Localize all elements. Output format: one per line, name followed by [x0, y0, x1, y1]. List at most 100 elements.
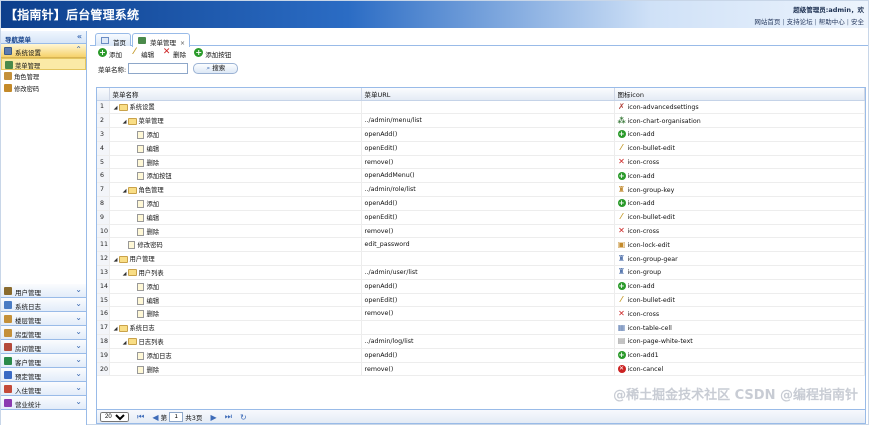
- add-button-button[interactable]: + 添加按钮: [194, 48, 231, 59]
- table-row[interactable]: 14 添加 openAdd() + icon-add: [97, 279, 865, 294]
- menu-url-cell[interactable]: remove(): [361, 362, 615, 377]
- menu-name-cell[interactable]: ◢ 用户管理: [109, 251, 362, 267]
- icon-cell[interactable]: ♜ icon-group: [614, 265, 865, 280]
- table-row[interactable]: 16 删除 remove() ✕ icon-cross: [97, 306, 865, 322]
- table-row[interactable]: 11 修改密码 edit_password ▣ icon-lock-edit: [97, 237, 865, 253]
- tab-menu-management[interactable]: 菜单管理 ×: [132, 33, 191, 47]
- table-row[interactable]: 3 添加 openAdd() + icon-add: [97, 127, 865, 142]
- table-row[interactable]: 15 编辑 openEdit() ⁄ icon-bullet-edit: [97, 293, 865, 308]
- menu-url-cell[interactable]: openAdd(): [361, 127, 615, 142]
- menu-url-cell[interactable]: openAdd(): [361, 196, 615, 211]
- header-link-help[interactable]: 帮助中心: [819, 18, 845, 26]
- icon-cell[interactable]: ⁂ icon-chart-organisation: [614, 113, 865, 129]
- last-page-icon[interactable]: ⏭: [225, 412, 232, 422]
- sidebar-section-5[interactable]: 客户管理 ⌄: [1, 354, 86, 368]
- icon-cell[interactable]: ⁄ icon-bullet-edit: [614, 141, 865, 156]
- icon-cell[interactable]: ⁄ icon-bullet-edit: [614, 210, 865, 225]
- menu-url-cell[interactable]: [361, 320, 615, 336]
- menu-name-cell[interactable]: 添加按钮: [109, 168, 362, 184]
- chevron-down-icon[interactable]: ⌄: [75, 355, 82, 364]
- menu-url-cell[interactable]: remove(): [361, 306, 615, 322]
- menu-name-search-input[interactable]: [128, 63, 189, 74]
- sidebar-section-system-settings[interactable]: 系统设置 ⌃: [1, 44, 86, 58]
- menu-url-cell[interactable]: openEdit(): [361, 293, 615, 308]
- icon-cell[interactable]: + icon-add: [614, 127, 865, 142]
- table-row[interactable]: 8 添加 openAdd() + icon-add: [97, 196, 865, 211]
- table-row[interactable]: 7 ◢ 角色管理 ../admin/role/list ♜ icon-group-key: [97, 182, 865, 198]
- icon-cell[interactable]: ✕ icon-cross: [614, 224, 865, 239]
- column-header-icon[interactable]: 图标icon: [614, 88, 865, 101]
- add-button[interactable]: + 添加: [98, 48, 122, 59]
- sidebar-section-1[interactable]: 系统日志 ⌄: [1, 298, 86, 312]
- delete-button[interactable]: ✕ 删除: [162, 48, 186, 60]
- chevron-down-icon[interactable]: ⌄: [75, 383, 82, 392]
- page-size-select[interactable]: 20: [100, 412, 129, 422]
- sidebar-section-0[interactable]: 用户管理 ⌄: [1, 284, 86, 298]
- table-row[interactable]: 5 删除 remove() ✕ icon-cross: [97, 155, 865, 170]
- sidebar-section-3[interactable]: 房型管理 ⌄: [1, 326, 86, 340]
- menu-name-cell[interactable]: 修改密码: [109, 237, 362, 253]
- table-row[interactable]: 13 ◢ 用户列表 ../admin/user/list ♜ icon-group: [97, 265, 865, 280]
- sidebar-section-4[interactable]: 房间管理 ⌄: [1, 340, 86, 354]
- menu-url-cell[interactable]: ../admin/user/list: [361, 265, 615, 280]
- refresh-icon[interactable]: ↻: [240, 413, 247, 422]
- icon-cell[interactable]: + icon-add1: [614, 348, 865, 363]
- icon-cell[interactable]: ▤ icon-page-white-text: [614, 334, 865, 349]
- column-header-menu-name[interactable]: 菜单名称: [109, 88, 362, 101]
- sidebar-section-7[interactable]: 入住管理 ⌄: [1, 382, 86, 396]
- table-row[interactable]: 17 ◢ 系统日志 ▦ icon-table-cell: [97, 320, 865, 336]
- menu-url-cell[interactable]: remove(): [361, 224, 615, 239]
- menu-name-cell[interactable]: ◢ 系统设置: [109, 100, 362, 115]
- menu-name-cell[interactable]: ◢ 菜单管理: [109, 113, 362, 129]
- menu-name-cell[interactable]: 删除: [109, 362, 362, 377]
- table-row[interactable]: 9 编辑 openEdit() ⁄ icon-bullet-edit: [97, 210, 865, 225]
- menu-url-cell[interactable]: openEdit(): [361, 141, 615, 156]
- expand-triangle-icon[interactable]: ◢: [113, 105, 119, 111]
- menu-name-cell[interactable]: ◢ 日志列表: [109, 334, 362, 349]
- chevron-down-icon[interactable]: ⌄: [75, 313, 82, 322]
- icon-cell[interactable]: ✗ icon-advancedsettings: [614, 100, 865, 115]
- icon-cell[interactable]: ▣ icon-lock-edit: [614, 237, 865, 253]
- menu-name-cell[interactable]: 添加: [109, 196, 362, 211]
- icon-cell[interactable]: ⁄ icon-bullet-edit: [614, 293, 865, 308]
- menu-name-cell[interactable]: 删除: [109, 306, 362, 322]
- menu-url-cell[interactable]: openAddMenu(): [361, 168, 615, 184]
- expand-triangle-icon[interactable]: ◢: [113, 326, 119, 332]
- menu-url-cell[interactable]: [361, 251, 615, 267]
- header-link-security[interactable]: 安全: [851, 18, 864, 26]
- chevron-down-icon[interactable]: ⌄: [75, 299, 82, 308]
- icon-cell[interactable]: ✕ icon-cross: [614, 306, 865, 322]
- menu-name-cell[interactable]: 删除: [109, 224, 362, 239]
- collapse-sidebar-icon[interactable]: «: [77, 32, 82, 41]
- menu-url-cell[interactable]: ../admin/role/list: [361, 182, 615, 198]
- sidebar-section-2[interactable]: 楼层管理 ⌄: [1, 312, 86, 326]
- menu-url-cell[interactable]: remove(): [361, 155, 615, 170]
- icon-cell[interactable]: + icon-add: [614, 196, 865, 211]
- prev-page-icon[interactable]: ◀: [152, 413, 158, 422]
- menu-url-cell[interactable]: openEdit(): [361, 210, 615, 225]
- chevron-down-icon[interactable]: ⌄: [75, 327, 82, 336]
- menu-name-cell[interactable]: ◢ 系统日志: [109, 320, 362, 336]
- expand-triangle-icon[interactable]: ◢: [122, 340, 128, 346]
- menu-name-cell[interactable]: 添加: [109, 279, 362, 294]
- edit-button[interactable]: ⁄ 编辑: [130, 48, 154, 60]
- chevron-up-icon[interactable]: ⌃: [75, 45, 82, 54]
- page-number-input[interactable]: [169, 412, 184, 422]
- next-page-icon[interactable]: ▶: [210, 413, 216, 422]
- chevron-down-icon[interactable]: ⌄: [75, 341, 82, 350]
- menu-url-cell[interactable]: openAdd(): [361, 348, 615, 363]
- icon-cell[interactable]: ▦ icon-table-cell: [614, 320, 865, 336]
- header-link-home[interactable]: 网站首页: [754, 18, 780, 26]
- table-row[interactable]: 20 删除 remove() ✕ icon-cancel: [97, 362, 865, 377]
- table-row[interactable]: 4 编辑 openEdit() ⁄ icon-bullet-edit: [97, 141, 865, 156]
- table-row[interactable]: 6 添加按钮 openAddMenu() + icon-add: [97, 168, 865, 184]
- menu-name-cell[interactable]: 删除: [109, 155, 362, 170]
- menu-name-cell[interactable]: 添加: [109, 127, 362, 142]
- table-row[interactable]: 18 ◢ 日志列表 ../admin/log/list ▤ icon-page-white…: [97, 334, 865, 349]
- menu-url-cell[interactable]: ../admin/menu/list: [361, 113, 615, 129]
- chevron-down-icon[interactable]: ⌄: [75, 285, 82, 294]
- first-page-icon[interactable]: ⏮: [137, 412, 144, 422]
- icon-cell[interactable]: ♜ icon-group-key: [614, 182, 865, 198]
- chevron-down-icon[interactable]: ⌄: [75, 369, 82, 378]
- menu-name-cell[interactable]: 编辑: [109, 293, 362, 308]
